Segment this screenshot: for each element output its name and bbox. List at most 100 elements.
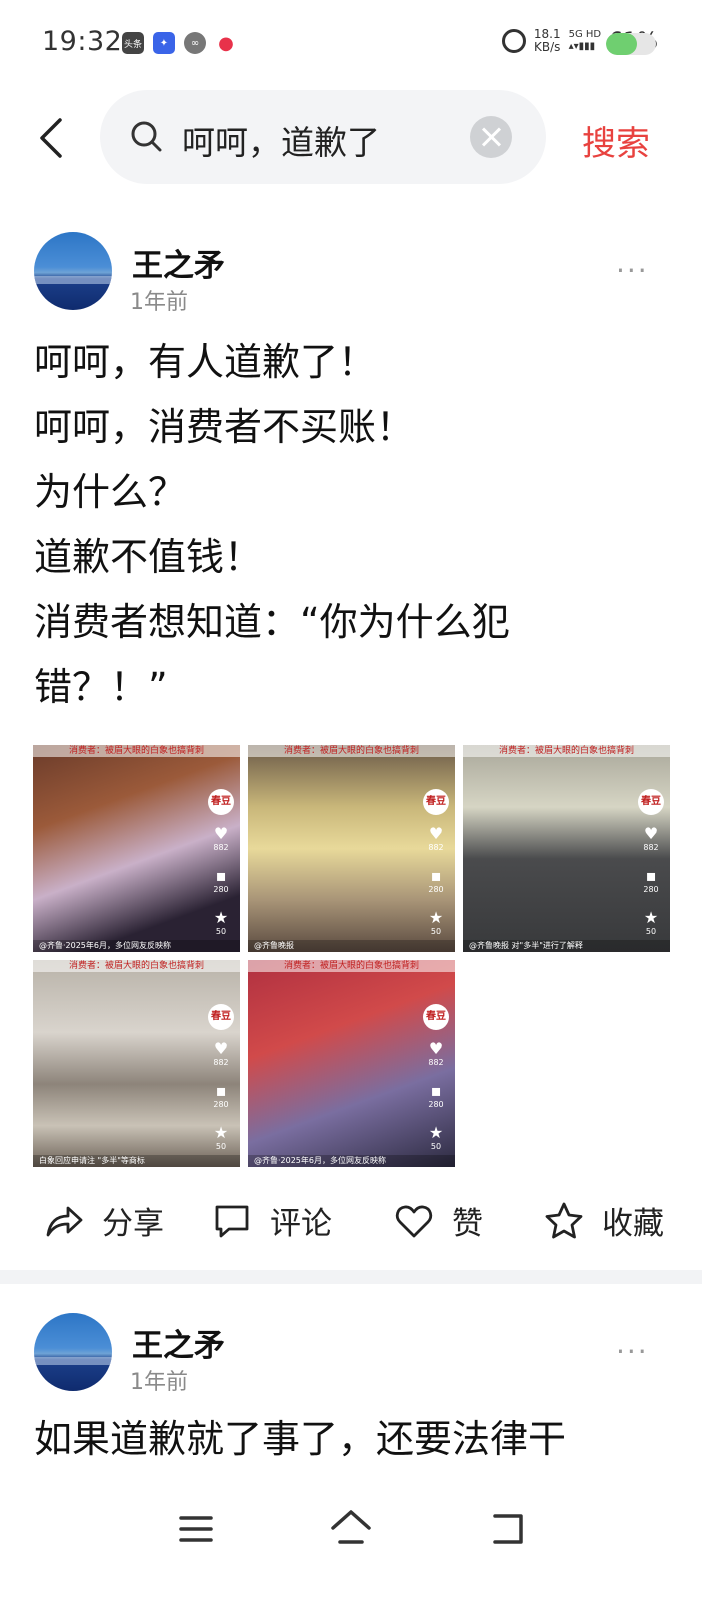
- star-icon: ★: [428, 1123, 444, 1142]
- star-icon: ★: [428, 908, 444, 927]
- favorite-label: 收藏: [602, 1206, 664, 1242]
- net-speed-unit: KB/s: [534, 40, 561, 54]
- thumb-overlay: 春豆 ♥ 882 ▪ 280 ★ 50: [638, 789, 664, 951]
- post-line: 错？！”: [34, 665, 168, 709]
- post-image-4[interactable]: 消费者：被眉大眼的白象也搞背刺 春豆 ♥ 882 ▪ 280 ★ 50 白象回应…: [33, 960, 240, 1167]
- post-image-1[interactable]: 消费者：被眉大眼的白象也搞背刺 春豆 ♥ 882 ▪ 280 ★ 50 @齐鲁·…: [33, 745, 240, 952]
- more-icon[interactable]: ···: [616, 1335, 649, 1368]
- clear-icon[interactable]: [470, 116, 512, 158]
- thumb-bottom-caption: 白象回应申请注 "多半"等商标: [33, 1155, 240, 1167]
- thumb-comments: 280: [213, 885, 229, 894]
- signal-label: 5G HD: [568, 29, 602, 40]
- status-app-icons: 头条 ✦ ∞ ●: [122, 32, 237, 54]
- video-app-icon: ●: [215, 32, 237, 54]
- battery-fill: [606, 33, 637, 55]
- comment-button[interactable]: 评论: [212, 1198, 332, 1243]
- menu-icon[interactable]: [171, 1504, 221, 1554]
- status-bar: 19:32 头条 ✦ ∞ ● 18.1 KB/s 5G HD ▴▾▮▮▮ 61%: [0, 0, 720, 90]
- star-icon: ★: [643, 908, 659, 927]
- post-time: 1年前: [130, 1370, 188, 1395]
- post-image-5[interactable]: 消费者：被眉大眼的白象也搞背刺 春豆 ♥ 882 ▪ 280 ★ 50 @齐鲁·…: [248, 960, 455, 1167]
- thumb-likes: 882: [643, 843, 659, 852]
- comment-icon: [215, 1205, 249, 1237]
- heart-icon: ♥: [428, 824, 444, 843]
- thumb-likes: 882: [428, 1058, 444, 1067]
- thumb-favorites: 50: [645, 927, 657, 936]
- app-blue-icon: ✦: [153, 32, 175, 54]
- search-button[interactable]: 搜索: [582, 116, 650, 165]
- heart-icon: [395, 1205, 433, 1237]
- thumb-badge: 春豆: [423, 789, 449, 815]
- comment-label: 评论: [270, 1206, 332, 1242]
- star-icon: ★: [213, 908, 229, 927]
- more-icon[interactable]: ···: [616, 254, 649, 287]
- signal-icon: 5G HD ▴▾▮▮▮: [568, 29, 602, 52]
- post-body[interactable]: 呵呵，有人道歉了！ 呵呵，消费者不买账！ 为什么？ 道歉不值钱！ 消费者想知道：…: [34, 330, 674, 720]
- comment-icon: ▪: [430, 1081, 442, 1100]
- comment-icon: ▪: [215, 866, 227, 885]
- post-time: 1年前: [130, 290, 188, 315]
- post-image-3[interactable]: 消费者：被眉大眼的白象也搞背刺 春豆 ♥ 882 ▪ 280 ★ 50 @齐鲁晚…: [463, 745, 670, 952]
- divider: [0, 1270, 702, 1284]
- share-icon: [46, 1206, 83, 1236]
- thumb-caption: 消费者：被眉大眼的白象也搞背刺: [248, 745, 455, 757]
- heart-icon: ♥: [643, 824, 659, 843]
- thumb-bottom-caption: @齐鲁·2025年6月，多位网友反映称: [33, 940, 240, 952]
- thumb-caption: 消费者：被眉大眼的白象也搞背刺: [33, 745, 240, 757]
- alarm-icon: [501, 29, 526, 53]
- post-line: 为什么？: [34, 470, 187, 514]
- favorite-button[interactable]: 收藏: [544, 1198, 664, 1243]
- star-icon: [545, 1202, 583, 1238]
- post-line: 呵呵，有人道歉了！: [34, 340, 377, 384]
- back-nav-icon[interactable]: [483, 1504, 533, 1554]
- thumb-comments: 280: [213, 1100, 229, 1109]
- thumb-bottom-caption: @齐鲁·2025年6月，多位网友反映称: [248, 1155, 455, 1167]
- thumb-overlay: 春豆 ♥ 882 ▪ 280 ★ 50: [423, 1004, 449, 1166]
- thumb-likes: 882: [213, 843, 229, 852]
- post-image-2[interactable]: 消费者：被眉大眼的白象也搞背刺 春豆 ♥ 882 ▪ 280 ★ 50 @齐鲁晚…: [248, 745, 455, 952]
- search-box[interactable]: 呵呵，道歉了: [100, 90, 546, 184]
- search-icon: [131, 121, 162, 152]
- toutiao-app-icon: 头条: [122, 32, 144, 54]
- thumb-caption: 消费者：被眉大眼的白象也搞背刺: [33, 960, 240, 972]
- avatar[interactable]: [34, 1313, 112, 1391]
- thumb-overlay: 春豆 ♥ 882 ▪ 280 ★ 50: [208, 1004, 234, 1166]
- star-icon: ★: [213, 1123, 229, 1142]
- navigation-bar: [0, 1490, 720, 1608]
- post-line: 消费者想知道：“你为什么犯: [34, 600, 510, 644]
- heart-icon: ♥: [213, 824, 229, 843]
- battery-icon: [606, 33, 656, 55]
- thumb-badge: 春豆: [638, 789, 664, 815]
- thumb-overlay: 春豆 ♥ 882 ▪ 280 ★ 50: [208, 789, 234, 951]
- thumb-comments: 280: [428, 885, 444, 894]
- comment-icon: ▪: [645, 866, 657, 885]
- like-button[interactable]: 赞: [394, 1198, 483, 1243]
- author-name[interactable]: 王之矛: [132, 1320, 225, 1365]
- like-label: 赞: [452, 1206, 483, 1242]
- thumb-caption: 消费者：被眉大眼的白象也搞背刺: [463, 745, 670, 757]
- back-arrow-icon[interactable]: [34, 118, 70, 158]
- avatar[interactable]: [34, 232, 112, 310]
- thumb-comments: 280: [643, 885, 659, 894]
- thumb-favorites: 50: [215, 927, 227, 936]
- thumb-overlay: 春豆 ♥ 882 ▪ 280 ★ 50: [423, 789, 449, 951]
- thumb-favorites: 50: [430, 1142, 442, 1151]
- thumb-bottom-caption: @齐鲁晚报 对"多半"进行了解释: [463, 940, 670, 952]
- screen: 19:32 头条 ✦ ∞ ● 18.1 KB/s 5G HD ▴▾▮▮▮ 61%: [0, 0, 720, 1608]
- thumb-bottom-caption: @齐鲁晚报: [248, 940, 455, 952]
- thumb-badge: 春豆: [423, 1004, 449, 1030]
- home-icon[interactable]: [326, 1504, 376, 1554]
- thumb-comments: 280: [428, 1100, 444, 1109]
- thumb-likes: 882: [213, 1058, 229, 1067]
- post-line: 道歉不值钱！: [34, 535, 263, 579]
- search-input[interactable]: 呵呵，道歉了: [182, 116, 380, 164]
- thumb-caption: 消费者：被眉大眼的白象也搞背刺: [248, 960, 455, 972]
- author-name[interactable]: 王之矛: [132, 240, 225, 285]
- comment-icon: ▪: [430, 866, 442, 885]
- share-button[interactable]: 分享: [44, 1198, 164, 1243]
- thumb-badge: 春豆: [208, 789, 234, 815]
- app-gray-icon: ∞: [184, 32, 206, 54]
- post-body[interactable]: 如果道歉就了事了，还要法律干: [34, 1408, 566, 1463]
- thumb-badge: 春豆: [208, 1004, 234, 1030]
- share-label: 分享: [102, 1206, 164, 1242]
